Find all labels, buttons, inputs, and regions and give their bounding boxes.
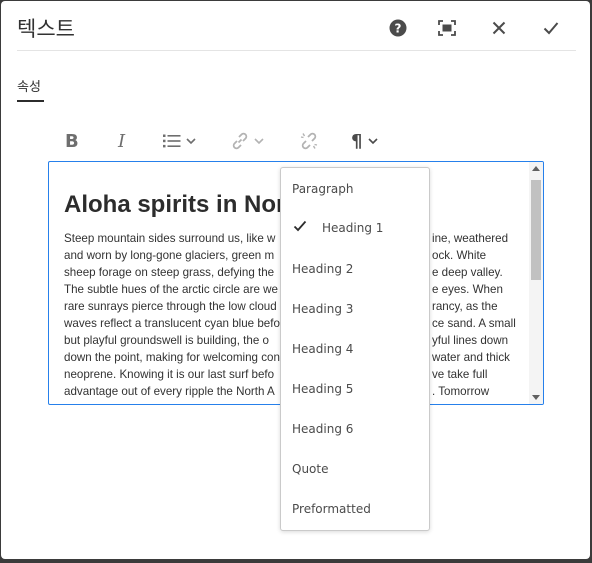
menu-item-label: Heading 4 (292, 342, 354, 356)
text-line: Steep mountain sides surround us, like w (64, 232, 276, 245)
menu-item-label: Heading 1 (322, 221, 384, 235)
header-divider (17, 50, 576, 51)
menu-item-label: Paragraph (292, 182, 354, 196)
text-line: ce sand. A small (432, 317, 516, 330)
editor-scrollbar[interactable] (529, 162, 543, 404)
menu-item-label: Preformatted (292, 502, 371, 516)
menu-item-label: Heading 6 (292, 422, 354, 436)
chevron-down-icon (368, 138, 379, 145)
help-icon: ? (389, 19, 407, 37)
text-line: but playful groundswell is building, the… (64, 334, 269, 347)
checkmark-icon (293, 220, 307, 232)
scroll-down-arrow-icon[interactable] (532, 395, 540, 400)
editor-paragraph-right: ine, weathered ock. White e deep valley.… (432, 230, 516, 400)
menu-item-label: Quote (292, 462, 329, 476)
italic-button[interactable]: I (118, 130, 125, 152)
link-dropdown-button[interactable] (231, 130, 265, 152)
text-line: ine, weathered (432, 232, 509, 245)
text-line: . Tomorrow (432, 385, 490, 398)
help-button[interactable]: ? (385, 15, 411, 41)
list-dropdown-button[interactable] (163, 130, 197, 152)
close-icon (492, 21, 506, 35)
menu-item-paragraph[interactable]: Paragraph (281, 170, 429, 210)
text-line: rare sunrays pierce through the low clou… (64, 300, 277, 313)
text-line: neoprene. Knowing it is our last surf be… (64, 368, 275, 381)
tab-selected-indicator (17, 100, 44, 102)
check-icon (543, 22, 559, 35)
text-line: rancy, as the (432, 300, 498, 313)
svg-text:?: ? (395, 22, 402, 36)
text-line: sheep forage on steep grass, defying the (64, 266, 275, 279)
text-line: water and thick (432, 351, 510, 364)
text-line: ve take full (432, 368, 488, 381)
chevron-down-icon (186, 138, 196, 145)
bold-icon: B (65, 130, 79, 152)
menu-item-quote[interactable]: Quote (281, 450, 429, 490)
menu-item-heading-2[interactable]: Heading 2 (281, 250, 429, 290)
menu-item-heading-6[interactable]: Heading 6 (281, 410, 429, 450)
menu-item-label: Heading 5 (292, 382, 354, 396)
text-line: and worn by long-gone glaciers, green m (64, 249, 275, 262)
unlink-button[interactable] (300, 130, 318, 152)
menu-item-heading-1[interactable]: Heading 1 (281, 209, 429, 249)
menu-item-heading-5[interactable]: Heading 5 (281, 370, 429, 410)
tab-properties[interactable]: 속성 (17, 76, 41, 95)
text-line: yful lines down (432, 334, 509, 347)
text-edit-dialog: 텍스트 ? 속성 B I ¶ Aloha spirits in North St… (1, 1, 590, 559)
list-icon (163, 134, 181, 148)
bold-button[interactable]: B (65, 130, 79, 152)
text-line: advantage out of every ripple the North … (64, 385, 275, 398)
menu-item-preformatted[interactable]: Preformatted (281, 490, 429, 530)
menu-item-label: Heading 3 (292, 302, 354, 316)
text-line: down the point, making for welcoming con… (64, 351, 308, 364)
text-line: waves reflect a translucent cyan blue be… (64, 317, 280, 330)
fullscreen-icon (438, 20, 456, 36)
text-line: e eyes. When (432, 283, 503, 296)
chevron-down-icon (254, 138, 264, 145)
menu-item-heading-4[interactable]: Heading 4 (281, 330, 429, 370)
dialog-title: 텍스트 (17, 17, 75, 41)
menu-item-heading-3[interactable]: Heading 3 (281, 290, 429, 330)
menu-item-label: Heading 2 (292, 262, 354, 276)
paragraph-format-button[interactable]: ¶ (351, 130, 379, 152)
scrollbar-thumb[interactable] (531, 180, 541, 280)
italic-icon: I (118, 130, 126, 152)
fullscreen-button[interactable] (434, 15, 460, 41)
paragraph-icon: ¶ (351, 130, 363, 152)
link-icon (232, 132, 248, 150)
text-line: The subtle hues of the arctic circle are… (64, 283, 278, 296)
scroll-up-arrow-icon[interactable] (532, 166, 540, 171)
text-line: ock. White (432, 249, 487, 262)
text-line: e deep valley. (432, 266, 503, 279)
paragraph-format-menu: Paragraph Heading 1 Heading 2 Heading 3 … (280, 167, 430, 531)
done-button[interactable] (538, 15, 564, 41)
close-button[interactable] (486, 15, 512, 41)
unlink-icon (300, 132, 318, 150)
